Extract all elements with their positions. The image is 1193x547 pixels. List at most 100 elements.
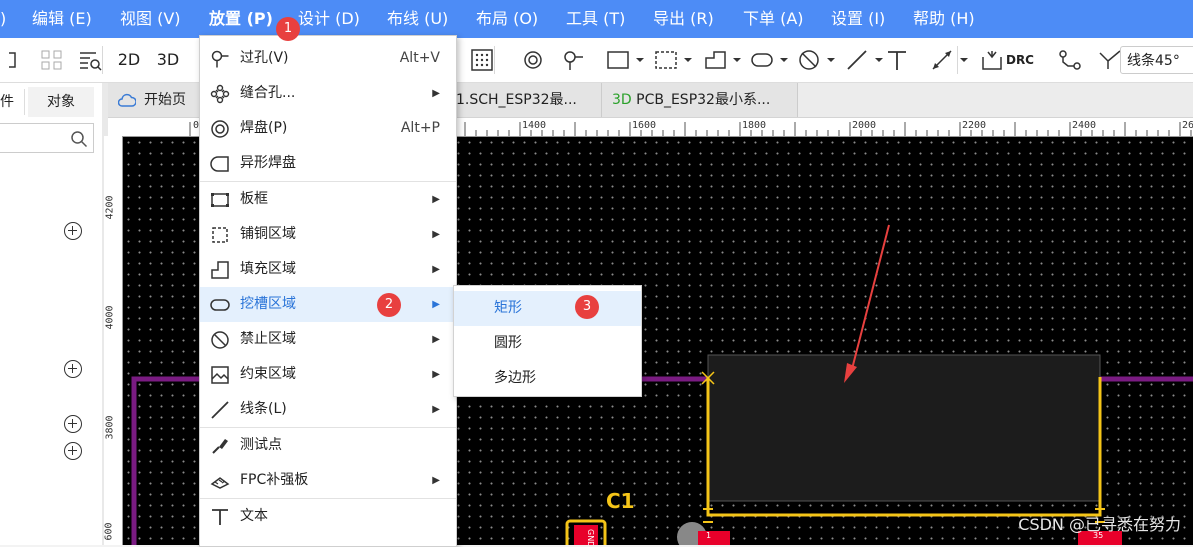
- menu-item-constraint[interactable]: 约束区域 ▶: [200, 357, 456, 392]
- menu-place[interactable]: 放置 (P): [209, 0, 273, 38]
- via-tool-icon[interactable]: [549, 38, 583, 82]
- tab-components[interactable]: 件: [0, 87, 14, 117]
- tab-objects[interactable]: 对象: [28, 87, 94, 117]
- expand-plus-icon[interactable]: [64, 360, 82, 378]
- submenu-item-label: 圆形: [494, 335, 522, 351]
- custom-pad-icon: [210, 156, 229, 172]
- line-angle-select[interactable]: 线条45°: [1120, 46, 1193, 74]
- menu-item-label: 铺铜区域: [240, 226, 296, 242]
- submenu-item-polygon[interactable]: 多边形: [454, 361, 641, 396]
- step-badge-1: 1: [276, 17, 300, 41]
- menu-export[interactable]: 导出 (R): [653, 0, 714, 38]
- menu-item-line[interactable]: 线条(L) ▶: [200, 392, 456, 427]
- tab-schematic[interactable]: 1.SCH_ESP32最...: [446, 83, 602, 117]
- keepout-tool-icon[interactable]: [777, 38, 835, 82]
- menu-item-board-outline[interactable]: 板框 ▶: [200, 182, 456, 217]
- slot-region-tool-icon[interactable]: [730, 38, 788, 82]
- menu-item-copper-pour[interactable]: 铺铜区域 ▶: [200, 217, 456, 252]
- menu-settings[interactable]: 设置 (I): [831, 0, 885, 38]
- diff-pair-icon[interactable]: [1086, 38, 1121, 82]
- pad-1: [698, 531, 730, 545]
- dot-grid-icon[interactable]: [458, 38, 493, 82]
- fill-region-tool-icon[interactable]: [683, 38, 741, 82]
- place-dropdown-menu: 过孔(V) Alt+V 缝合孔... ▶ 焊盘(P) Alt+P 异形焊盘 板框…: [199, 35, 457, 547]
- expand-plus-icon[interactable]: [64, 442, 82, 460]
- menu-item-custom-pad[interactable]: 异形焊盘: [200, 146, 456, 181]
- fill-region-icon: [211, 261, 229, 279]
- submenu-arrow-icon: ▶: [432, 334, 440, 345]
- submenu-item-circle[interactable]: 圆形: [454, 326, 641, 361]
- menu-help[interactable]: 帮助 (H): [913, 0, 975, 38]
- menu-file[interactable]: ): [0, 0, 6, 38]
- submenu-item-rectangle[interactable]: 矩形 3: [454, 291, 641, 326]
- copper-pour-icon: [212, 227, 228, 243]
- dimension-tool-icon[interactable]: [910, 38, 968, 82]
- menu-item-pad[interactable]: 焊盘(P) Alt+P: [200, 111, 456, 146]
- tab-pcb[interactable]: 3D PCB_ESP32最小系...: [602, 83, 798, 117]
- ruler-left: 4200 4000 3800 600: [104, 136, 123, 545]
- line-icon: [211, 401, 229, 419]
- submenu-arrow-icon: ▶: [432, 404, 440, 415]
- menu-item-fpc-stiffener[interactable]: FPC补强板 ▶: [200, 463, 456, 498]
- menu-item-label: 文本: [240, 508, 268, 524]
- menu-route[interactable]: 布线 (U): [387, 0, 448, 38]
- line-tool-icon[interactable]: [825, 38, 883, 82]
- submenu-arrow-icon: ▶: [432, 88, 440, 99]
- board-outline-tool-icon[interactable]: [586, 38, 644, 82]
- menu-item-keepout[interactable]: 禁止区域 ▶: [200, 322, 456, 357]
- menu-design[interactable]: 设计 (D): [298, 0, 360, 38]
- submenu-arrow-icon: ▶: [432, 229, 440, 240]
- menu-item-stitch-via[interactable]: 缝合孔... ▶: [200, 76, 456, 111]
- board-outline-icon: [211, 193, 229, 207]
- grid-icon[interactable]: [28, 38, 62, 82]
- ruler-label: 4200: [104, 195, 116, 220]
- menu-item-label: 测试点: [240, 437, 282, 453]
- gnd-label: GND: [586, 529, 595, 545]
- ruler-label: 600: [103, 522, 115, 541]
- menu-item-label: 过孔(V): [240, 50, 289, 66]
- menu-item-text[interactable]: 文本: [200, 499, 456, 534]
- submenu-arrow-icon: ▶: [432, 194, 440, 205]
- pad-icon: [211, 120, 229, 138]
- ruler-label: 2200: [962, 120, 987, 131]
- view-2d-button[interactable]: 2D: [116, 38, 142, 82]
- expand-plus-icon[interactable]: [64, 222, 82, 240]
- search-input[interactable]: [0, 123, 94, 153]
- component-body: [707, 354, 1101, 502]
- drc-button[interactable]: DRC: [1004, 38, 1036, 82]
- toolbar: 2D 3D DRC 线条45°: [0, 38, 1193, 83]
- route-icon[interactable]: [1046, 38, 1081, 82]
- menu-order[interactable]: 下单 (A): [743, 0, 804, 38]
- menu-item-fill-region[interactable]: 填充区域 ▶: [200, 252, 456, 287]
- test-point-icon: [212, 439, 228, 454]
- submenu-arrow-icon: ▶: [432, 299, 440, 310]
- menu-edit[interactable]: 编辑 (E): [32, 0, 92, 38]
- watermark: CSDN @已寻悉在努力: [1018, 515, 1181, 534]
- left-panel: 件 对象: [0, 83, 103, 545]
- copper-pour-tool-icon[interactable]: [634, 38, 692, 82]
- view-3d-button[interactable]: 3D: [155, 38, 181, 82]
- ruler-label: 4000: [104, 305, 116, 330]
- menubar: ) 编辑 (E) 视图 (V) 放置 (P) 设计 (D) 布线 (U) 布局 …: [0, 0, 1193, 38]
- toolbar-partial-icon[interactable]: [0, 38, 16, 82]
- import-icon[interactable]: [968, 38, 1002, 82]
- menu-item-slot-region[interactable]: 挖槽区域 2 ▶: [200, 287, 456, 322]
- ruler-label: 26: [1182, 120, 1193, 131]
- menu-shortcut: Alt+V: [399, 50, 440, 66]
- expand-plus-icon[interactable]: [64, 415, 82, 433]
- constraint-icon: [211, 366, 229, 384]
- menu-item-label: 禁止区域: [240, 331, 296, 347]
- toolbar-divider: [957, 46, 958, 74]
- menu-item-via[interactable]: 过孔(V) Alt+V: [200, 41, 456, 76]
- find-list-icon[interactable]: [66, 38, 102, 82]
- menu-view[interactable]: 视图 (V): [120, 0, 181, 38]
- step-badge-2: 2: [377, 293, 401, 317]
- menu-tools[interactable]: 工具 (T): [566, 0, 625, 38]
- pad-tool-icon[interactable]: [509, 38, 542, 82]
- menu-item-test-point[interactable]: 测试点: [200, 428, 456, 463]
- tab-home[interactable]: 开始页: [108, 83, 204, 117]
- ruler-label: 1400: [522, 120, 547, 131]
- pcb-3d-tag: 3D: [612, 92, 632, 108]
- text-tool-icon[interactable]: [873, 38, 906, 82]
- menu-layout[interactable]: 布局 (O): [476, 0, 538, 38]
